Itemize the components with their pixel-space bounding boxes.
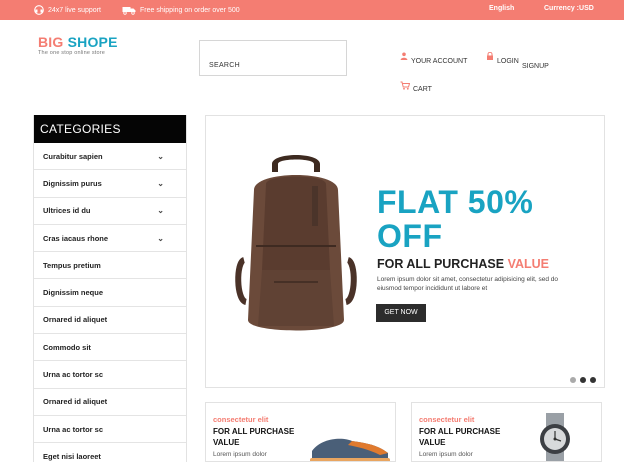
card-text: Lorem ipsum dolor [419, 451, 473, 458]
card-label: consectetur elit [419, 415, 475, 424]
category-item[interactable]: Ornared id aliquet [34, 389, 186, 416]
category-label[interactable]: Urna ac tortor sc [43, 425, 103, 434]
signup-label[interactable]: SIGNUP [522, 63, 549, 70]
chevron-down-icon[interactable]: ⌄ [157, 234, 164, 243]
category-item[interactable]: Tempus pretium [34, 252, 186, 280]
site-logo[interactable]: BIG SHOPE [38, 34, 118, 50]
categories-title: CATEGORIES [34, 115, 186, 143]
card-text: Lorem ipsum dolor [213, 451, 267, 458]
cart-link[interactable]: CART [400, 78, 432, 93]
category-label[interactable]: Dignissim neque [43, 288, 103, 297]
logo-text-big[interactable]: BIG [38, 34, 64, 50]
your-account-label[interactable]: YOUR ACCOUNT [411, 58, 467, 65]
category-item[interactable]: Urna ac tortor sc [34, 416, 186, 444]
slider-dot[interactable] [570, 377, 576, 383]
shoe-image [310, 438, 390, 461]
login-link[interactable]: LOGIN [486, 46, 519, 65]
chevron-down-icon[interactable]: ⌄ [157, 152, 164, 161]
cart-label[interactable]: CART [413, 86, 432, 93]
site-tagline: The one stop online store [38, 50, 106, 56]
search-input[interactable]: SEARCH [199, 40, 347, 76]
search-placeholder: SEARCH [209, 62, 240, 69]
category-label[interactable]: Eget nisi laoreet [43, 452, 101, 461]
category-item[interactable]: Urna ac tortor sc [34, 361, 186, 389]
promo-headline-line1: FLAT 50% [377, 184, 534, 220]
get-now-button[interactable]: GET NOW [376, 304, 426, 322]
currency-selector[interactable]: Currency :USD [544, 5, 594, 12]
category-label[interactable]: Commodo sit [43, 343, 91, 352]
shipping-text: Free shipping on order over 500 [140, 6, 240, 14]
promo-headline: FLAT 50% OFF [377, 185, 533, 253]
category-item[interactable]: Dignissim neque [34, 279, 186, 307]
promo-subtitle-highlight: VALUE [507, 257, 549, 271]
category-label[interactable]: Ornared id aliquet [43, 397, 107, 406]
hero-slider[interactable]: FLAT 50% OFF FOR ALL PURCHASE VALUE Lore… [205, 115, 605, 388]
signup-link[interactable]: SIGNUP [522, 63, 549, 70]
logo-text-shope[interactable]: SHOPE [68, 34, 118, 50]
card-label: consectetur elit [213, 415, 269, 424]
truck-icon [122, 7, 136, 15]
chevron-down-icon[interactable]: ⌄ [157, 179, 164, 188]
card-title: FOR ALL PURCHASE VALUE [419, 427, 501, 447]
slider-pagination [570, 377, 596, 383]
lock-icon [487, 51, 493, 60]
promo-headline-line2: OFF [377, 218, 443, 254]
top-bar: 24x7 live support Free shipping on order… [0, 0, 624, 20]
headset-icon [34, 5, 44, 15]
category-item[interactable]: Cras iacaus rhone ⌄ [34, 225, 186, 253]
category-item[interactable]: Ultrices id du ⌄ [34, 198, 186, 225]
category-label[interactable]: Cras iacaus rhone [43, 234, 108, 243]
language-label[interactable]: English [489, 5, 514, 12]
category-item[interactable]: Commodo sit [34, 334, 186, 362]
promo-subtitle-text: FOR ALL PURCHASE [377, 257, 508, 271]
backpack-image [235, 155, 357, 331]
categories-panel: CATEGORIES Curabitur sapien ⌄ Dignissim p… [33, 115, 187, 462]
category-item[interactable]: Ornared id aliquet [34, 307, 186, 335]
shipping-info: Free shipping on order over 500 [122, 5, 240, 15]
category-label[interactable]: Tempus pretium [43, 261, 101, 270]
promo-card[interactable]: consectetur elit FOR ALL PURCHASE VALUE … [205, 402, 396, 462]
currency-label[interactable]: Currency :USD [544, 5, 594, 12]
chevron-down-icon[interactable]: ⌄ [157, 206, 164, 215]
category-label[interactable]: Curabitur sapien [43, 152, 103, 161]
category-label[interactable]: Urna ac tortor sc [43, 370, 103, 379]
your-account-link[interactable]: YOUR ACCOUNT [400, 46, 467, 65]
category-label[interactable]: Ultrices id du [43, 206, 91, 215]
slider-dot[interactable] [580, 377, 586, 383]
language-selector[interactable]: English [489, 5, 514, 12]
category-label[interactable]: Ornared id aliquet [43, 315, 107, 324]
category-label[interactable]: Dignissim purus [43, 179, 102, 188]
slider-dot[interactable] [590, 377, 596, 383]
category-item[interactable]: Dignissim purus ⌄ [34, 170, 186, 198]
promo-card[interactable]: consectetur elit FOR ALL PURCHASE VALUE … [411, 402, 602, 462]
login-label[interactable]: LOGIN [497, 58, 519, 65]
support-info: 24x7 live support [34, 5, 101, 15]
card-title: FOR ALL PURCHASE VALUE [213, 427, 295, 447]
promo-subtitle: FOR ALL PURCHASE VALUE [377, 257, 549, 271]
promo-description: Lorem ipsum dolor sit amet, consectetur … [377, 276, 559, 292]
user-icon [400, 52, 408, 60]
category-item[interactable]: Curabitur sapien ⌄ [34, 143, 186, 171]
support-text: 24x7 live support [48, 6, 101, 14]
watch-image [540, 413, 570, 461]
cart-icon [400, 81, 410, 90]
category-item[interactable]: Eget nisi laoreet [34, 443, 186, 462]
